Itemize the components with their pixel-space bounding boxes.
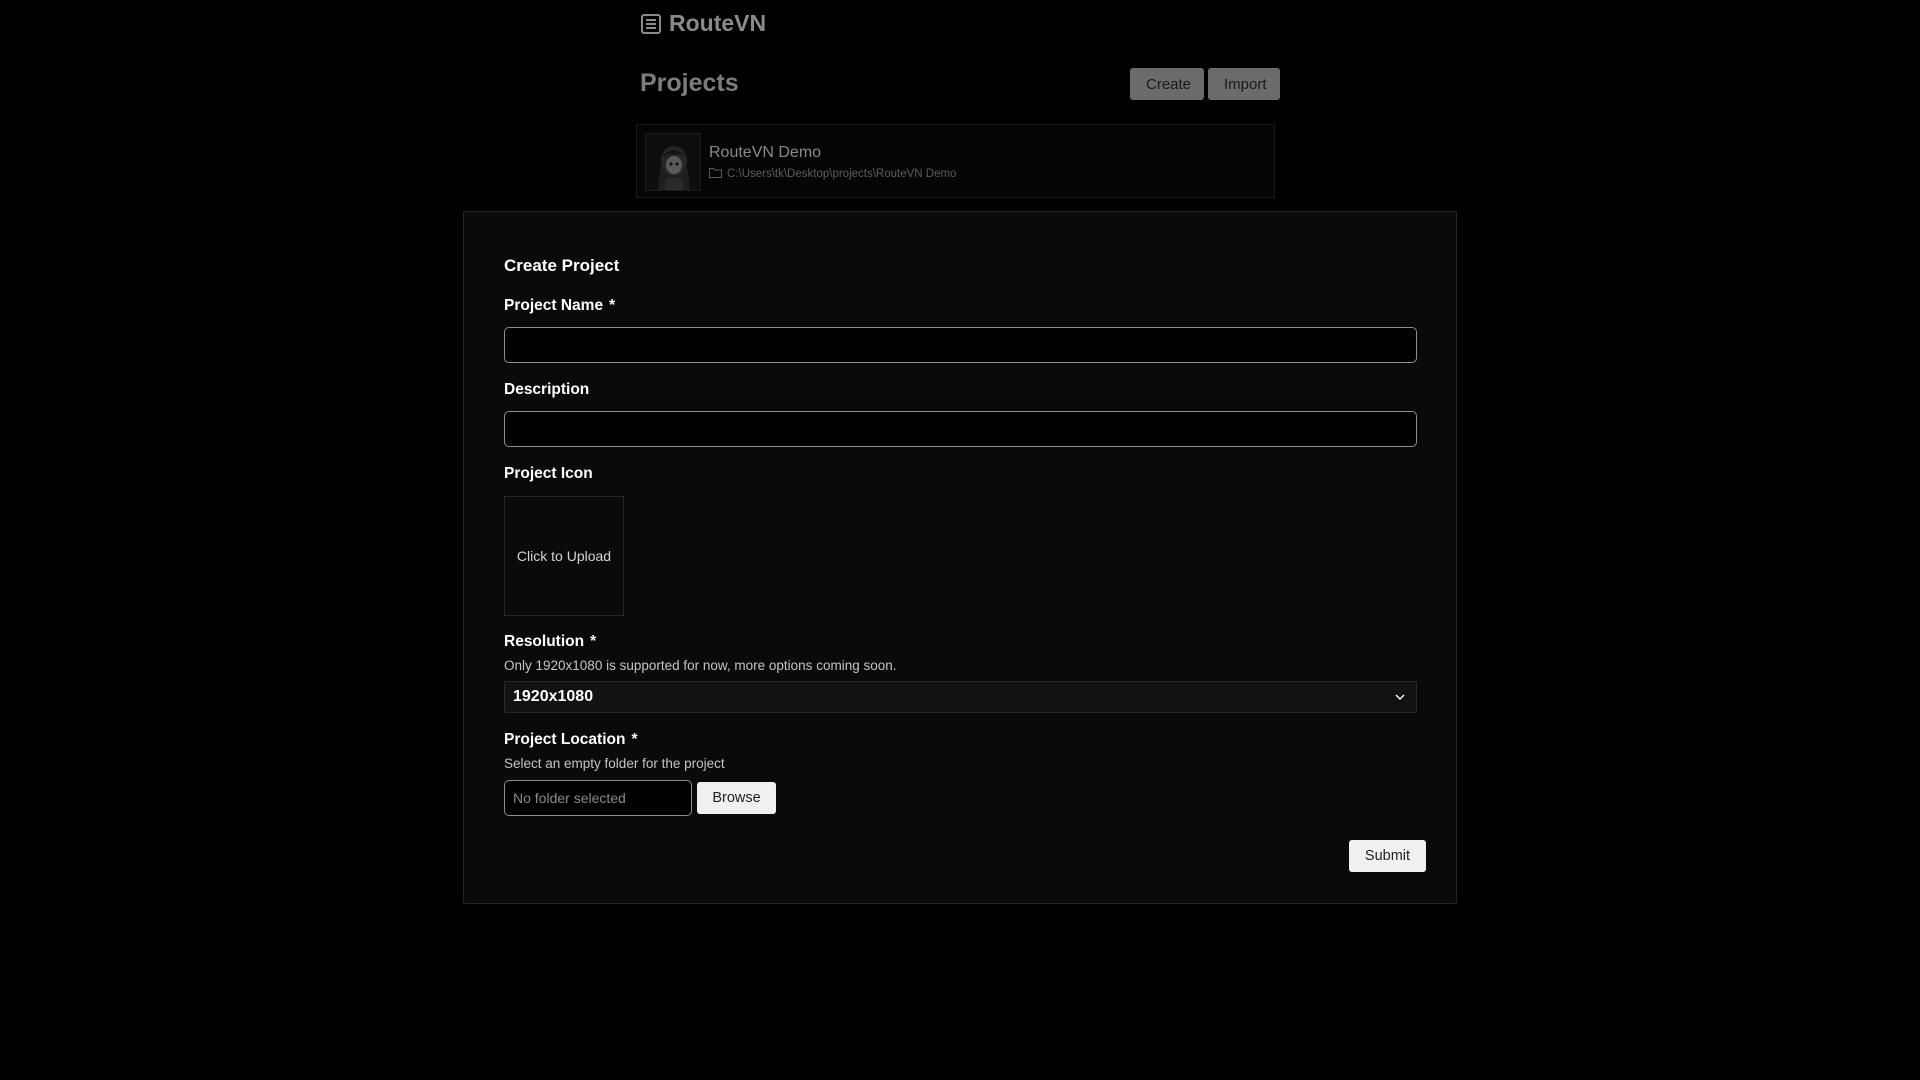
folder-path-input[interactable] [504, 780, 692, 816]
project-icon-label: Project Icon [504, 465, 593, 482]
app-header: RouteVN [639, 10, 766, 37]
description-label: Description [504, 381, 590, 398]
resolution-select[interactable]: 1920x1080 [504, 681, 1417, 713]
browse-button[interactable]: Browse [697, 782, 776, 814]
page-title: Projects [640, 69, 739, 97]
project-name-label-text: Project Name [504, 297, 604, 314]
create-project-modal: Create Project Project Name * Description… [463, 211, 1457, 904]
folder-icon [709, 167, 722, 181]
import-button[interactable]: Import [1208, 68, 1280, 100]
resolution-label: Resolution * [504, 633, 596, 651]
project-path: C:\Users\tk\Desktop\projects\RouteVN Dem… [709, 167, 956, 181]
project-card[interactable]: RouteVN Demo C:\Users\tk\Desktop\project… [636, 124, 1275, 198]
modal-title: Create Project [504, 256, 620, 275]
project-name-input[interactable] [504, 327, 1417, 363]
project-location-label-text: Project Location [504, 731, 626, 748]
resolution-help: Only 1920x1080 is supported for now, mor… [504, 658, 897, 673]
submit-button[interactable]: Submit [1349, 840, 1426, 872]
character-avatar-icon [646, 134, 700, 190]
required-mark: * [631, 731, 638, 748]
document-lines-icon [639, 12, 663, 36]
icon-upload-area[interactable]: Click to Upload [504, 496, 624, 616]
description-input[interactable] [504, 411, 1417, 447]
project-name: RouteVN Demo [709, 144, 822, 161]
required-mark: * [609, 297, 616, 314]
project-location-label: Project Location * [504, 731, 637, 749]
project-location-help: Select an empty folder for the project [504, 756, 725, 771]
project-thumbnail [645, 133, 701, 191]
required-mark: * [590, 633, 597, 650]
upload-text: Click to Upload [516, 548, 612, 564]
project-name-label: Project Name * [504, 297, 615, 315]
app-title: RouteVN [669, 10, 767, 36]
chevron-down-icon [1394, 688, 1406, 706]
create-button[interactable]: Create [1130, 68, 1204, 100]
resolution-label-text: Resolution [504, 633, 585, 650]
projects-toolbar: Projects Create Import [639, 66, 1280, 100]
project-path-text: C:\Users\tk\Desktop\projects\RouteVN Dem… [727, 168, 957, 180]
resolution-selected-value: 1920x1080 [513, 688, 594, 705]
